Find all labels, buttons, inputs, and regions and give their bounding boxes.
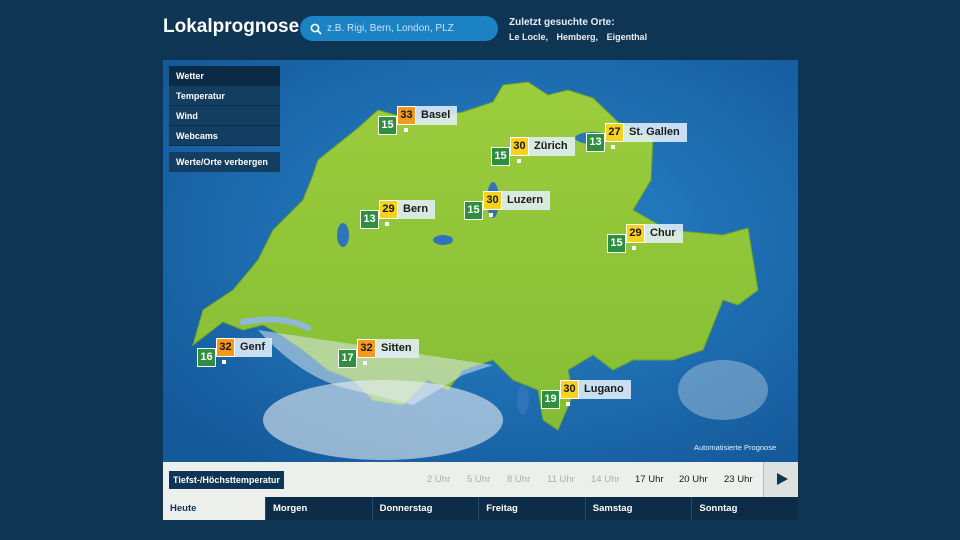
min-temp: 13 [586, 133, 605, 152]
hour-option[interactable]: 20 Uhr [679, 474, 708, 485]
search-input[interactable] [327, 23, 487, 34]
min-temp: 13 [360, 210, 379, 229]
tab-samstag[interactable]: Samstag [586, 497, 693, 520]
play-button[interactable] [763, 462, 798, 497]
min-temp: 17 [338, 349, 357, 368]
city-pin [222, 360, 226, 364]
min-temp: 15 [378, 116, 397, 135]
page-title: Lokalprognose [163, 16, 300, 37]
recent-place[interactable]: Eigenthal [607, 32, 648, 42]
max-temp: 32 [357, 339, 376, 358]
map-menu: Wetter Temperatur Wind Webcams Werte/Ort… [169, 66, 280, 172]
city-name: Chur [645, 224, 683, 243]
city-pin [404, 128, 408, 132]
hour-option[interactable]: 2 Uhr [427, 474, 450, 485]
city-marker-chur[interactable]: 15 29 Chur [607, 224, 683, 253]
hour-option[interactable]: 11 Uhr [547, 474, 575, 485]
tab-morgen[interactable]: Morgen [266, 497, 373, 520]
city-marker-basel[interactable]: 15 33 Basel [378, 106, 458, 135]
hour-option[interactable]: 23 Uhr [724, 474, 753, 485]
menu-item-wind[interactable]: Wind [169, 106, 280, 126]
city-pin [566, 402, 570, 406]
city-name: Bern [398, 200, 436, 219]
min-temp: 15 [464, 201, 483, 220]
city-pin [632, 246, 636, 250]
city-marker-bern[interactable]: 13 29 Bern [360, 200, 436, 229]
city-marker-zuerich[interactable]: 15 30 Zürich [491, 137, 575, 166]
hour-option[interactable]: 17 Uhr [635, 474, 664, 485]
recent-place[interactable]: Hemberg, [557, 32, 599, 42]
city-marker-lugano[interactable]: 19 30 Lugano [541, 380, 631, 409]
tab-heute[interactable]: Heute [163, 497, 266, 520]
time-bar: Tiefst-/Höchsttemperatur 2 Uhr 5 Uhr 8 U… [163, 462, 798, 497]
city-name: Genf [235, 338, 273, 357]
tab-donnerstag[interactable]: Donnerstag [373, 497, 480, 520]
max-temp: 33 [397, 106, 416, 125]
max-temp: 32 [216, 338, 235, 357]
recent-searches: Zuletzt gesuchte Orte: Le Locle, Hemberg… [509, 17, 653, 42]
menu-item-webcams[interactable]: Webcams [169, 126, 280, 146]
play-icon [777, 473, 788, 485]
hour-option[interactable]: 5 Uhr [467, 474, 490, 485]
city-marker-genf[interactable]: 16 32 Genf [197, 338, 273, 367]
city-pin [489, 213, 493, 217]
city-pin [363, 361, 367, 365]
search-box[interactable] [300, 16, 498, 41]
min-temp: 19 [541, 390, 560, 409]
city-marker-luzern[interactable]: 15 30 Luzern [464, 191, 551, 220]
min-temp: 16 [197, 348, 216, 367]
city-name: Lugano [579, 380, 631, 399]
time-bar-label: Tiefst-/Höchsttemperatur [169, 471, 284, 489]
search-icon [310, 23, 322, 35]
min-temp: 15 [607, 234, 626, 253]
city-name: St. Gallen [624, 123, 687, 142]
menu-item-wetter[interactable]: Wetter [169, 66, 280, 86]
recent-label: Zuletzt gesuchte Orte: [509, 17, 615, 28]
day-tabs: Heute Morgen Donnerstag Freitag Samstag … [163, 497, 798, 520]
city-marker-st-gallen[interactable]: 13 27 St. Gallen [586, 123, 687, 152]
max-temp: 29 [379, 200, 398, 219]
max-temp: 30 [560, 380, 579, 399]
max-temp: 27 [605, 123, 624, 142]
menu-item-temperatur[interactable]: Temperatur [169, 86, 280, 106]
tab-sonntag[interactable]: Sonntag [692, 497, 798, 520]
recent-place[interactable]: Le Locle, [509, 32, 548, 42]
max-temp: 29 [626, 224, 645, 243]
city-pin [517, 159, 521, 163]
city-pin [611, 145, 615, 149]
hide-values-button[interactable]: Werte/Orte verbergen [169, 152, 280, 172]
city-name: Basel [416, 106, 458, 125]
city-name: Zürich [529, 137, 575, 156]
min-temp: 15 [491, 147, 510, 166]
city-pin [385, 222, 389, 226]
hour-option[interactable]: 8 Uhr [507, 474, 530, 485]
city-marker-sitten[interactable]: 17 32 Sitten [338, 339, 419, 368]
city-name: Luzern [502, 191, 551, 210]
max-temp: 30 [483, 191, 502, 210]
tab-freitag[interactable]: Freitag [479, 497, 586, 520]
hour-option[interactable]: 14 Uhr [591, 474, 620, 485]
forecast-note: Automatisierte Prognose [694, 443, 777, 452]
max-temp: 30 [510, 137, 529, 156]
city-name: Sitten [376, 339, 419, 358]
